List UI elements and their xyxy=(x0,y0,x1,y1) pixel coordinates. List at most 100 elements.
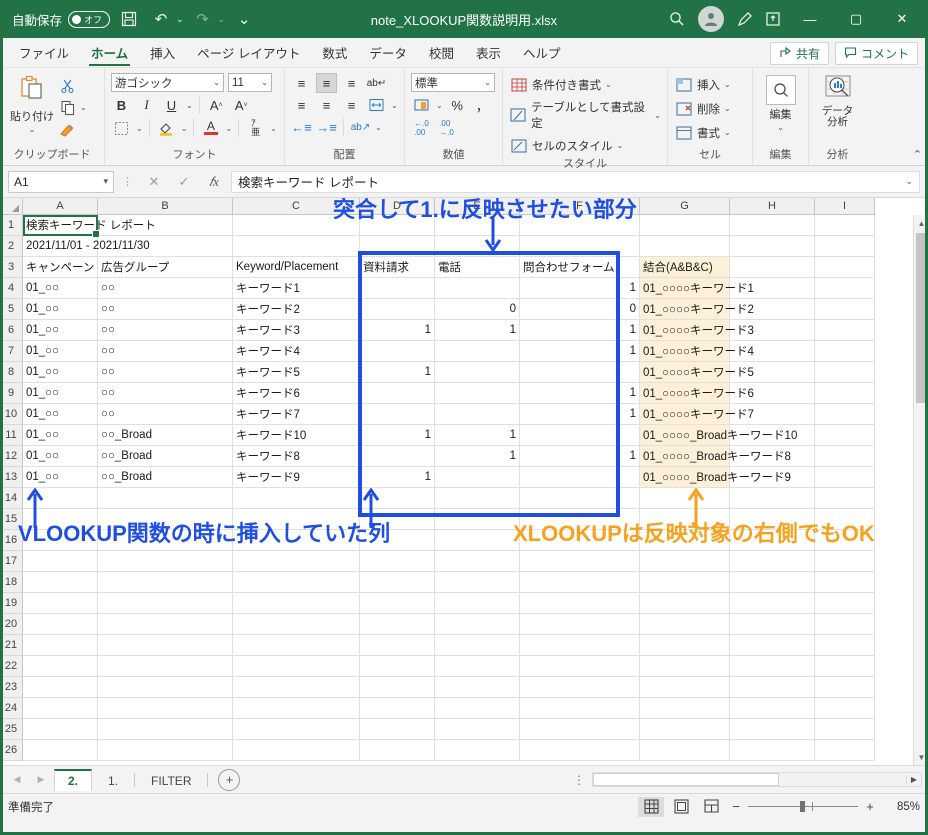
cell-B14[interactable] xyxy=(98,488,233,509)
cell-H23[interactable] xyxy=(730,677,815,698)
sheet-tab-1[interactable]: 1. xyxy=(94,768,132,792)
row-header-11[interactable]: 11 xyxy=(0,425,23,446)
cell-G22[interactable] xyxy=(640,656,730,677)
cell-A1[interactable]: 検索キーワード レポート xyxy=(23,215,156,236)
cell-I13[interactable] xyxy=(815,467,875,488)
cell-G26[interactable] xyxy=(640,740,730,761)
row-header-22[interactable]: 22 xyxy=(0,656,23,677)
bottom-align-button[interactable]: ≡ xyxy=(341,73,362,93)
format-as-table-button[interactable]: テーブルとして書式設定 ⌄ xyxy=(509,99,661,131)
cell-B6[interactable]: ○○ xyxy=(98,320,233,341)
cell-H22[interactable] xyxy=(730,656,815,677)
cell-D12[interactable] xyxy=(360,446,435,467)
scroll-up-icon[interactable]: ▲ xyxy=(914,215,928,231)
cell-F9[interactable]: 1 xyxy=(520,383,640,404)
phonetic-dropdown-icon[interactable]: ⌄ xyxy=(270,124,277,133)
cell-C14[interactable] xyxy=(233,488,360,509)
top-align-button[interactable]: ≡ xyxy=(291,73,312,93)
cell-F15[interactable] xyxy=(520,509,640,530)
font-name-combo[interactable]: 游ゴシック ⌄ xyxy=(111,73,224,92)
cell-D24[interactable] xyxy=(360,698,435,719)
cell-I3[interactable] xyxy=(815,257,875,278)
bold-button[interactable]: B xyxy=(111,95,132,115)
horizontal-scrollbar[interactable]: ▶ xyxy=(592,772,922,787)
search-icon[interactable] xyxy=(664,6,690,32)
cell-D3[interactable]: 資料請求 xyxy=(360,257,435,278)
cell-H15[interactable] xyxy=(730,509,815,530)
font-color-dropdown-icon[interactable]: ⌄ xyxy=(225,124,232,133)
cell-I22[interactable] xyxy=(815,656,875,677)
row-header-4[interactable]: 4 xyxy=(0,278,23,299)
increase-font-size-button[interactable]: A ˄ xyxy=(206,95,227,115)
cell-I17[interactable] xyxy=(815,551,875,572)
cell-I11[interactable] xyxy=(815,425,875,446)
cell-B5[interactable]: ○○ xyxy=(98,299,233,320)
cell-C2[interactable] xyxy=(233,236,360,257)
sheet-tab-2[interactable]: 2. xyxy=(54,768,93,791)
column-header-D[interactable]: D xyxy=(360,198,435,215)
cell-I9[interactable] xyxy=(815,383,875,404)
cell-F5[interactable]: 0 xyxy=(520,299,640,320)
cell-D18[interactable] xyxy=(360,572,435,593)
cell-A18[interactable] xyxy=(23,572,98,593)
copy-dropdown-icon[interactable]: ⌄ xyxy=(80,103,87,112)
insert-function-icon[interactable]: 𝑓x xyxy=(201,174,227,190)
cell-E3[interactable]: 電話 xyxy=(435,257,520,278)
share-button[interactable]: 共有 xyxy=(769,42,829,65)
cell-G2[interactable] xyxy=(640,236,730,257)
cell-D1[interactable] xyxy=(360,215,435,236)
ribbon-tab-data[interactable]: データ xyxy=(358,39,418,67)
delete-cells-button[interactable]: 削除 ⌄ xyxy=(674,99,731,118)
cell-C18[interactable] xyxy=(233,572,360,593)
cell-G8[interactable]: 01_○○○○キーワード5 xyxy=(640,362,754,383)
row-headers[interactable]: 1 2 3 4 5 6 7 8 9 10 11 12 13 14 15 16 17 18 19 20 21 22 23 24 2… xyxy=(0,215,23,761)
decrease-font-size-button[interactable]: A ˅ xyxy=(231,95,252,115)
cell-A4[interactable]: 01_○○ xyxy=(23,278,98,299)
cell-G11[interactable]: 01_○○○○_Broadキーワード10 xyxy=(640,425,797,446)
row-header-5[interactable]: 5 xyxy=(0,299,23,320)
cell-D6[interactable]: 1 xyxy=(360,320,435,341)
cell-A2[interactable]: 2021/11/01 - 2021/11/30 xyxy=(23,236,150,257)
cell-F17[interactable] xyxy=(520,551,640,572)
cell-I23[interactable] xyxy=(815,677,875,698)
maximize-button[interactable]: ▢ xyxy=(834,0,878,38)
cell-C17[interactable] xyxy=(233,551,360,572)
cell-G5[interactable]: 01_○○○○キーワード2 xyxy=(640,299,754,320)
cell-E25[interactable] xyxy=(435,719,520,740)
previous-sheet-icon[interactable]: ◀ xyxy=(6,774,28,785)
cell-A8[interactable]: 01_○○ xyxy=(23,362,98,383)
cell-I21[interactable] xyxy=(815,635,875,656)
cell-F18[interactable] xyxy=(520,572,640,593)
cell-H20[interactable] xyxy=(730,614,815,635)
row-header-2[interactable]: 2 xyxy=(0,236,23,257)
cell-E4[interactable] xyxy=(435,278,520,299)
select-all-corner[interactable] xyxy=(0,198,23,215)
cell-F11[interactable] xyxy=(520,425,640,446)
number-format-combo[interactable]: 標準 ⌄ xyxy=(411,73,495,92)
cell-F22[interactable] xyxy=(520,656,640,677)
cell-D22[interactable] xyxy=(360,656,435,677)
cell-E14[interactable] xyxy=(435,488,520,509)
cell-F23[interactable] xyxy=(520,677,640,698)
cell-F19[interactable] xyxy=(520,593,640,614)
cell-C7[interactable]: キーワード4 xyxy=(233,341,360,362)
cell-G21[interactable] xyxy=(640,635,730,656)
cell-C15[interactable] xyxy=(233,509,360,530)
editing-dropdown-icon[interactable]: ⌄ xyxy=(777,123,784,132)
cell-H14[interactable] xyxy=(730,488,815,509)
phonetic-guide-button[interactable]: ｱ亜 xyxy=(245,118,266,138)
cell-H21[interactable] xyxy=(730,635,815,656)
font-color-button[interactable]: A xyxy=(200,118,221,138)
cell-D2[interactable] xyxy=(360,236,435,257)
paste-button[interactable]: 貼り付け ⌄ xyxy=(6,73,58,134)
horizontal-scroll-thumb[interactable] xyxy=(593,773,779,786)
cell-E20[interactable] xyxy=(435,614,520,635)
cell-E5[interactable]: 0 xyxy=(435,299,520,320)
cell-A17[interactable] xyxy=(23,551,98,572)
cell-H2[interactable] xyxy=(730,236,815,257)
vertical-scroll-thumb[interactable] xyxy=(916,233,926,403)
cell-D21[interactable] xyxy=(360,635,435,656)
cell-I2[interactable] xyxy=(815,236,875,257)
row-header-6[interactable]: 6 xyxy=(0,320,23,341)
row-header-17[interactable]: 17 xyxy=(0,551,23,572)
